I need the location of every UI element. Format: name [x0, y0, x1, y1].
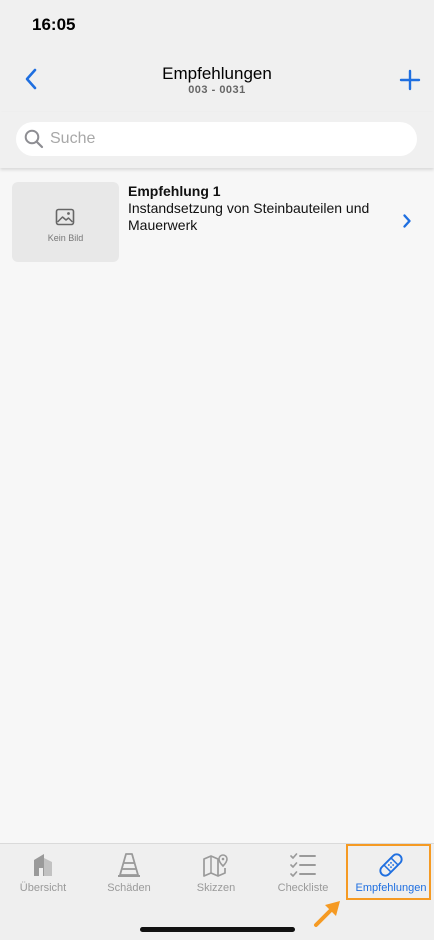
item-title: Empfehlung 1 [128, 183, 221, 199]
tab-label: Übersicht [19, 882, 67, 894]
tab-highlight-frame [346, 844, 431, 900]
tab-schaeden[interactable]: Schäden [86, 844, 172, 904]
image-icon [55, 208, 75, 226]
page-subtitle: 003 - 0031 [188, 84, 246, 96]
tab-label: Skizzen [196, 882, 236, 894]
status-time: 16:05 [32, 15, 76, 34]
chevron-right-icon [403, 214, 411, 228]
tab-checkliste[interactable]: Checkliste [260, 844, 346, 904]
map-pin-icon [203, 854, 228, 877]
building-icon [34, 854, 52, 876]
item-description: Instandsetzung von Steinbauteilen und Ma… [128, 200, 370, 233]
home-indicator [140, 927, 295, 932]
search-bar [0, 112, 434, 168]
plus-icon [399, 69, 421, 91]
tab-label: Schäden [107, 882, 151, 894]
search-icon [24, 129, 44, 149]
search-field[interactable] [16, 122, 417, 156]
traffic-cone-icon [118, 853, 140, 877]
page-title: Empfehlungen [162, 64, 272, 83]
tab-bar: Übersicht Schäden Skizzen Checkliste Emp… [0, 843, 434, 940]
tab-skizzen[interactable]: Skizzen [173, 844, 259, 904]
no-image-label: Kein Bild [47, 233, 84, 243]
annotation-arrow-icon [314, 901, 340, 927]
add-button[interactable] [392, 62, 428, 98]
tab-label: Checkliste [277, 882, 329, 894]
status-bar: 16:05 [0, 0, 434, 50]
tab-uebersicht[interactable]: Übersicht [0, 844, 86, 904]
list-item[interactable]: Kein Bild Empfehlung 1 Instandsetzung vo… [0, 176, 434, 268]
checklist-icon [290, 853, 316, 877]
item-thumbnail: Kein Bild [12, 182, 119, 262]
search-input[interactable] [50, 130, 390, 148]
navigation-bar: Empfehlungen 003 - 0031 [0, 50, 434, 112]
